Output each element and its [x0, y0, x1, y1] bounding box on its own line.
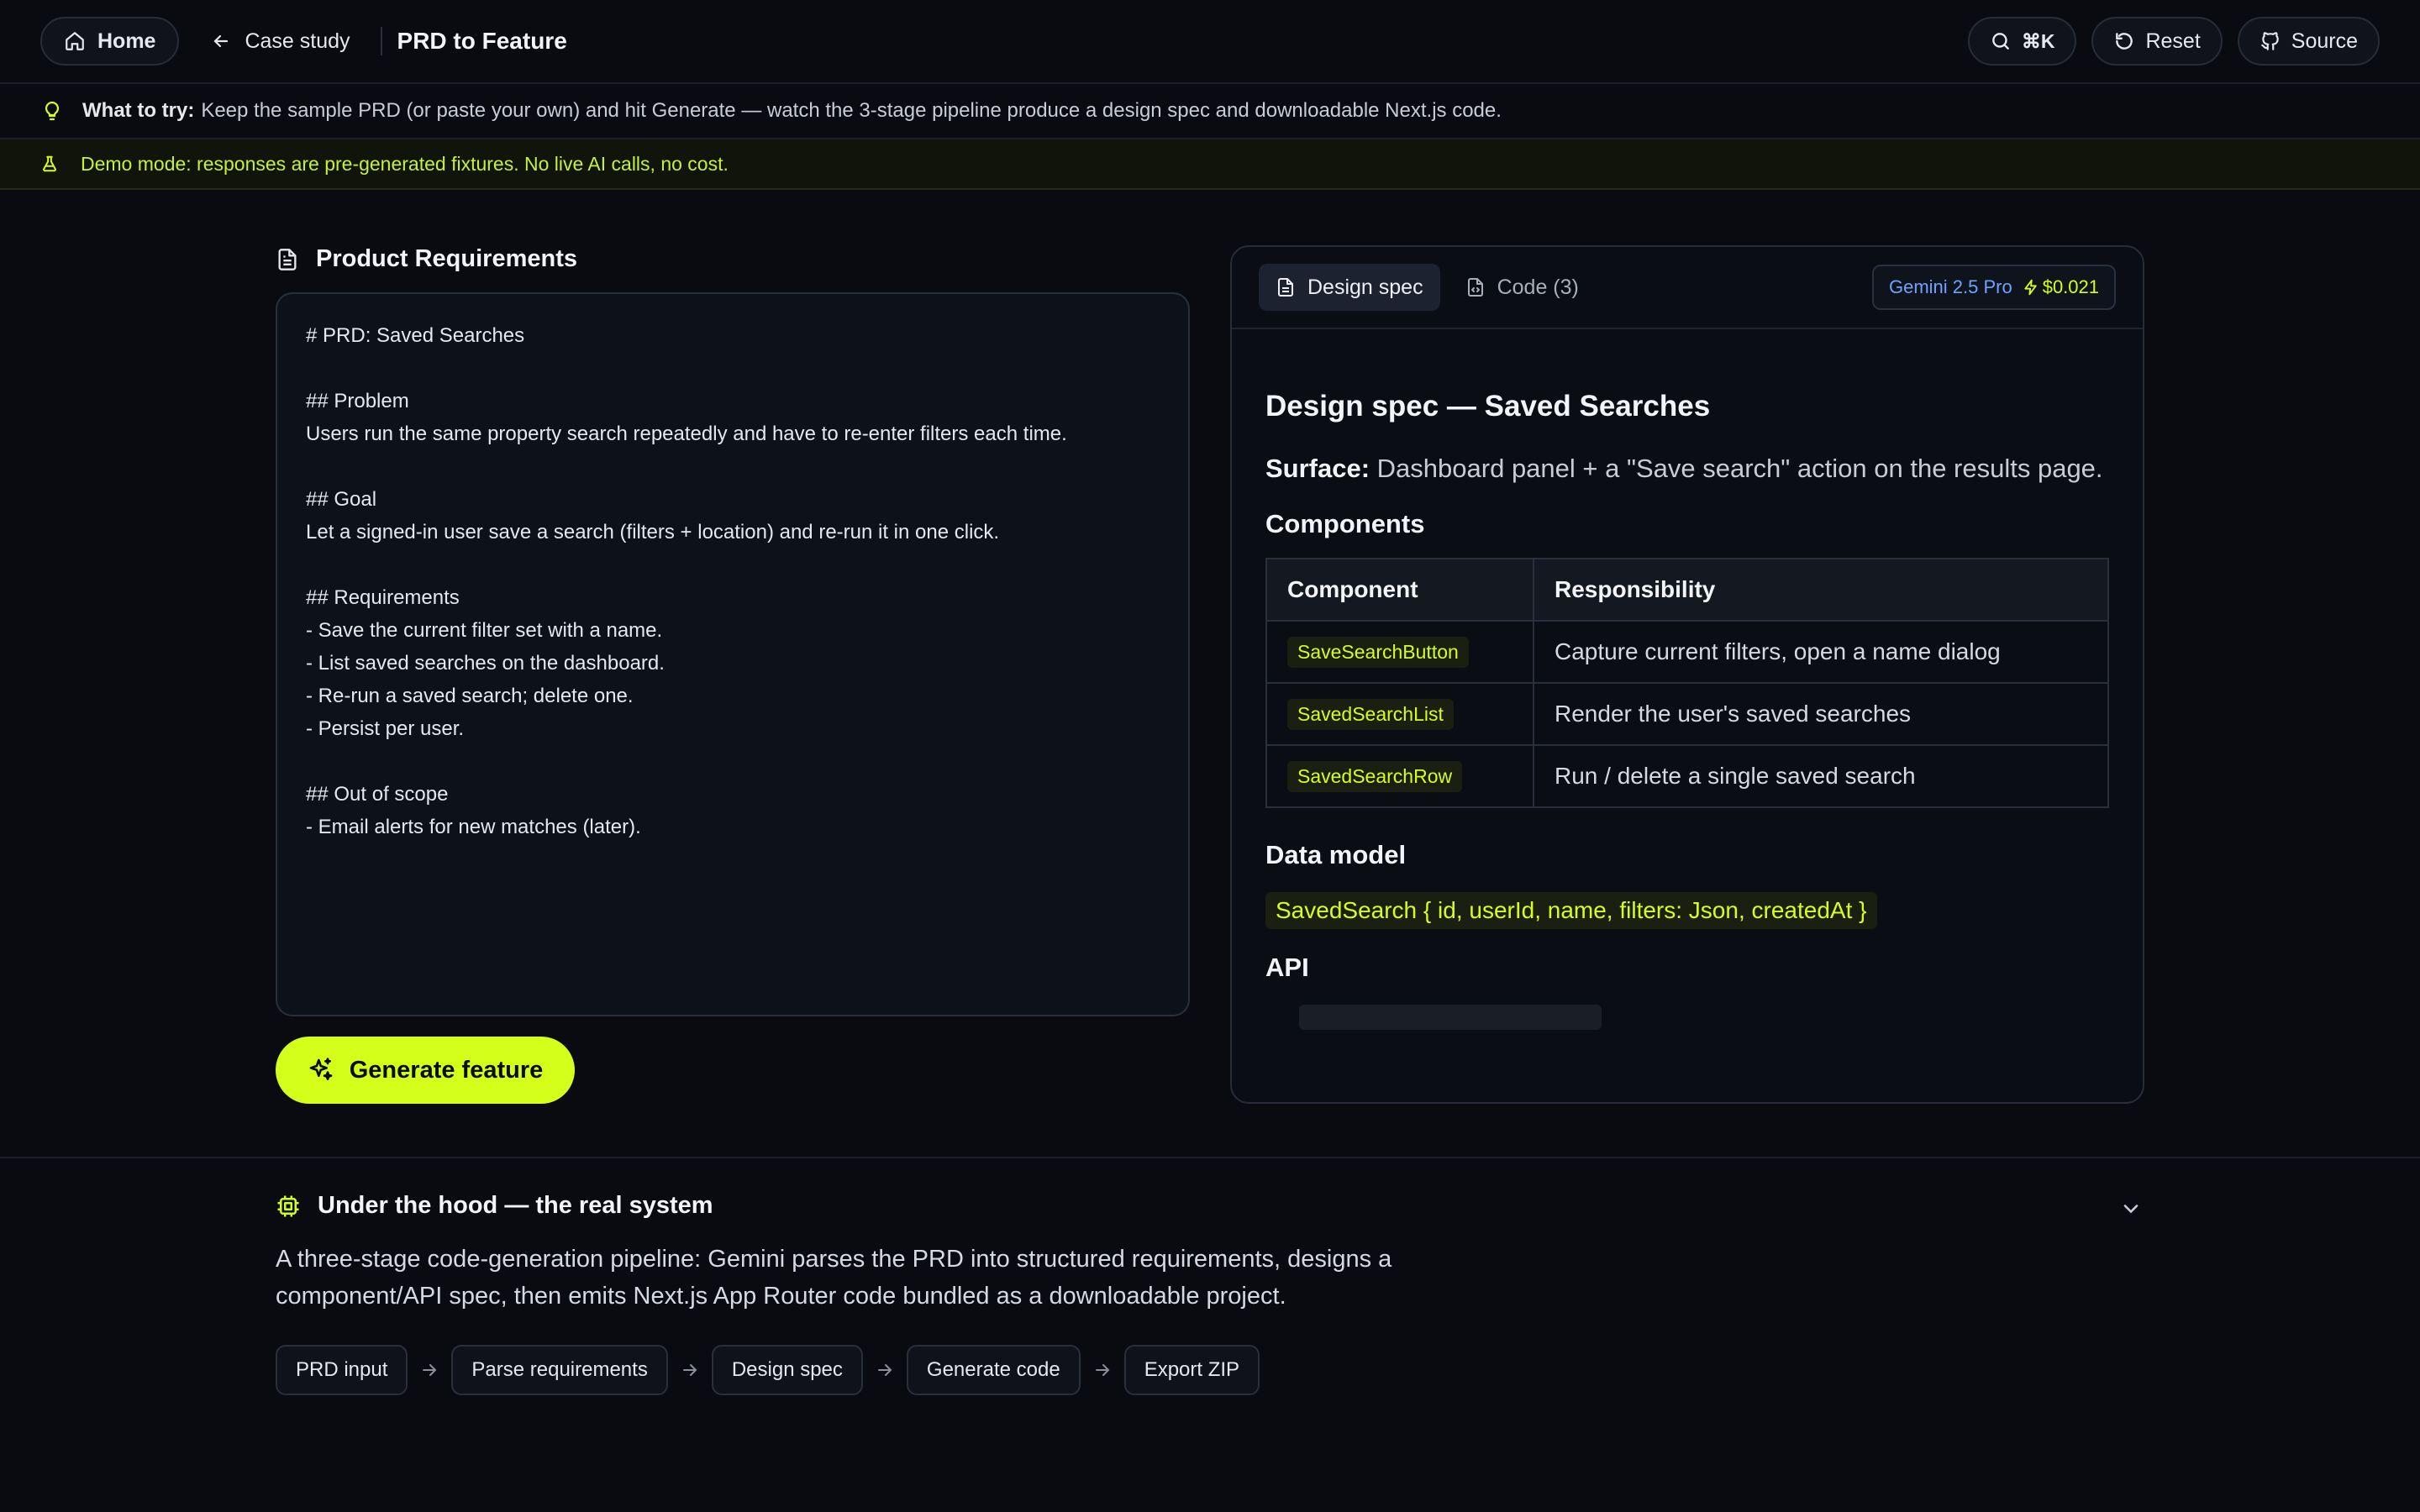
- flask-icon: [40, 154, 59, 174]
- arrow-right-icon: [419, 1360, 439, 1380]
- model-name: Gemini 2.5 Pro: [1888, 276, 2012, 297]
- design-spec-content: Design spec — Saved Searches Surface: Da…: [1265, 390, 2111, 1030]
- back-to-case-study-link[interactable]: Case study: [211, 29, 350, 54]
- column-header-responsibility: Responsibility: [1533, 558, 2109, 622]
- table-row: SavedSearchRow Run / delete a single sav…: [1265, 744, 2109, 808]
- model-cost: $0.021: [2023, 276, 2099, 298]
- nav-divider: [380, 27, 382, 55]
- stage-prd-input: PRD input: [276, 1345, 408, 1395]
- responsibility-cell: Render the user's saved searches: [1533, 682, 2109, 746]
- pipeline-stages: PRD input Parse requirements Design spec…: [276, 1345, 1260, 1395]
- tip-banner: What to try: Keep the sample PRD (or pas…: [0, 84, 2420, 139]
- responsibility-cell: Run / delete a single saved search: [1533, 744, 2109, 808]
- home-button[interactable]: Home: [40, 17, 180, 66]
- github-icon: [2260, 30, 2281, 52]
- stage-parse-requirements: Parse requirements: [451, 1345, 668, 1395]
- hood-heading[interactable]: Under the hood — the real system: [276, 1192, 713, 1220]
- tab-design-spec-label: Design spec: [1307, 275, 1423, 299]
- document-icon: [1276, 276, 1296, 298]
- arrow-right-icon: [875, 1360, 895, 1380]
- api-heading: API: [1265, 953, 1309, 982]
- spec-surface-label: Surface:: [1265, 454, 1370, 483]
- table-header-row: Component Responsibility: [1265, 558, 2109, 622]
- column-header-component: Component: [1265, 558, 1534, 622]
- reset-icon: [2113, 30, 2135, 52]
- spec-surface: Surface: Dashboard panel + a "Save searc…: [1265, 447, 2111, 491]
- table-row: SavedSearchList Render the user's saved …: [1265, 682, 2109, 746]
- chevron-down-icon[interactable]: [2119, 1197, 2143, 1221]
- under-the-hood-section: Under the hood — the real system A three…: [0, 1157, 2420, 1512]
- home-icon: [64, 30, 86, 52]
- tab-design-spec[interactable]: Design spec: [1259, 264, 1440, 311]
- sparkles-icon: [308, 1057, 334, 1084]
- search-icon: [1990, 30, 2012, 52]
- tip-label: What to try:: [82, 99, 195, 122]
- component-name: SavedSearchList: [1287, 698, 1454, 730]
- table-row: SaveSearchButton Capture current filters…: [1265, 620, 2109, 684]
- document-icon: [276, 246, 299, 273]
- arrow-right-icon: [680, 1360, 700, 1380]
- component-name: SavedSearchRow: [1287, 760, 1463, 792]
- components-heading: Components: [1265, 509, 1425, 538]
- file-code-icon: [1465, 276, 1486, 298]
- stage-design-spec: Design spec: [711, 1345, 863, 1395]
- prd-heading-text: Product Requirements: [316, 245, 577, 272]
- prd-heading: Product Requirements: [276, 245, 577, 273]
- chip-icon: [276, 1194, 301, 1219]
- lightbulb-icon: [42, 100, 62, 122]
- prd-textarea[interactable]: # PRD: Saved Searches ## Problem Users r…: [276, 292, 1190, 1016]
- responsibility-cell: Capture current filters, open a name dia…: [1533, 620, 2109, 684]
- stage-generate-code: Generate code: [906, 1345, 1081, 1395]
- data-model-heading: Data model: [1265, 840, 1407, 869]
- search-button[interactable]: ⌘K: [1967, 17, 2077, 66]
- demo-mode-banner: Demo mode: responses are pre-generated f…: [0, 139, 2420, 190]
- topbar-actions: ⌘K Reset Source: [1967, 17, 2380, 66]
- reset-button[interactable]: Reset: [2091, 17, 2223, 66]
- api-code-peek: [1299, 1005, 1602, 1030]
- arrow-right-icon: [1092, 1360, 1113, 1380]
- output-tabs: Design spec Code (3) Gemini 2.5 Pro $0.0…: [1232, 247, 2143, 329]
- generate-feature-label: Generate feature: [349, 1056, 544, 1084]
- component-cell: SavedSearchList: [1265, 682, 1534, 746]
- generate-feature-button[interactable]: Generate feature: [276, 1037, 575, 1104]
- stage-export-zip: Export ZIP: [1123, 1345, 1260, 1395]
- back-label: Case study: [245, 29, 350, 53]
- spec-title: Design spec — Saved Searches: [1265, 390, 1711, 423]
- source-button[interactable]: Source: [2237, 17, 2380, 66]
- top-bar: Home Case study PRD to Feature ⌘K Reset …: [0, 0, 2420, 84]
- component-cell: SaveSearchButton: [1265, 620, 1534, 684]
- output-panel: Design spec Code (3) Gemini 2.5 Pro $0.0…: [1230, 245, 2144, 1104]
- component-name: SaveSearchButton: [1287, 636, 1469, 668]
- tab-code[interactable]: Code (3): [1449, 264, 1596, 311]
- tip-text: Keep the sample PRD (or paste your own) …: [201, 99, 1502, 122]
- tab-code-label: Code (3): [1497, 275, 1579, 299]
- spec-surface-text: Dashboard panel + a "Save search" action…: [1376, 454, 2103, 483]
- search-shortcut: ⌘K: [2021, 29, 2055, 52]
- data-model-code: SavedSearch { id, userId, name, filters:…: [1265, 892, 1877, 929]
- component-cell: SavedSearchRow: [1265, 744, 1534, 808]
- page-title: PRD to Feature: [397, 28, 567, 54]
- model-badge: Gemini 2.5 Pro $0.021: [1871, 265, 2116, 310]
- demo-mode-text: Demo mode: responses are pre-generated f…: [81, 152, 729, 175]
- hood-description: A three-stage code-generation pipeline: …: [276, 1246, 1392, 1310]
- hood-heading-text: Under the hood — the real system: [318, 1192, 713, 1219]
- home-label: Home: [97, 29, 156, 53]
- bolt-icon: [2023, 278, 2039, 297]
- model-cost-value: $0.021: [2042, 276, 2099, 297]
- components-table: Component Responsibility SaveSearchButto…: [1265, 558, 2109, 808]
- arrow-left-icon: [211, 31, 231, 51]
- reset-label: Reset: [2145, 29, 2201, 53]
- source-label: Source: [2291, 29, 2358, 53]
